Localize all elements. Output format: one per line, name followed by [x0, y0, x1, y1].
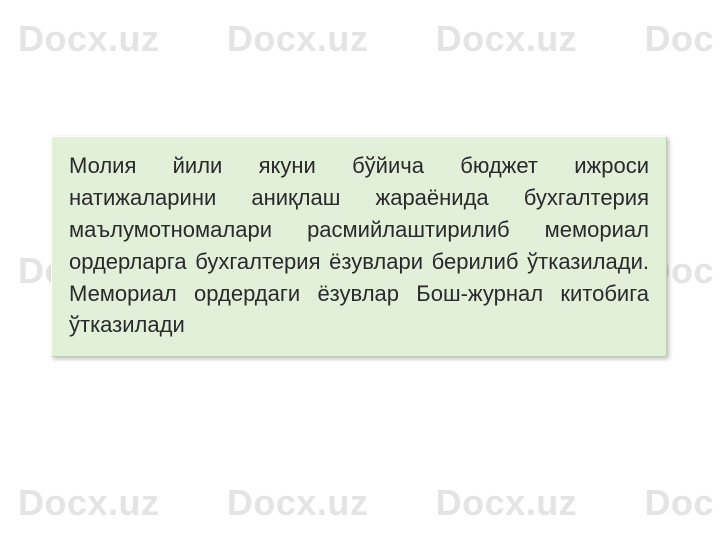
- watermark-text: Docx.uz: [227, 18, 369, 60]
- watermark-text: Docx.uz: [18, 482, 160, 524]
- watermark-text-partial: Doc: [644, 18, 714, 60]
- slide-page: Docx.uz Docx.uz Docx.uz Doc Docx.uz Docx…: [0, 0, 720, 540]
- watermark-row-bottom: Docx.uz Docx.uz Docx.uz Doc: [0, 482, 720, 524]
- watermark-text: Docx.uz: [227, 482, 369, 524]
- watermark-text: Docx.uz: [436, 18, 578, 60]
- watermark-text: Docx.uz: [436, 482, 578, 524]
- watermark-row-top: Docx.uz Docx.uz Docx.uz Doc: [0, 18, 720, 60]
- watermark-text-partial: Doc: [644, 482, 714, 524]
- watermark-text: Docx.uz: [18, 18, 160, 60]
- content-paragraph: Молия йили якуни бўйича бюджет ижроси на…: [69, 150, 649, 341]
- content-box: Молия йили якуни бўйича бюджет ижроси на…: [51, 136, 667, 357]
